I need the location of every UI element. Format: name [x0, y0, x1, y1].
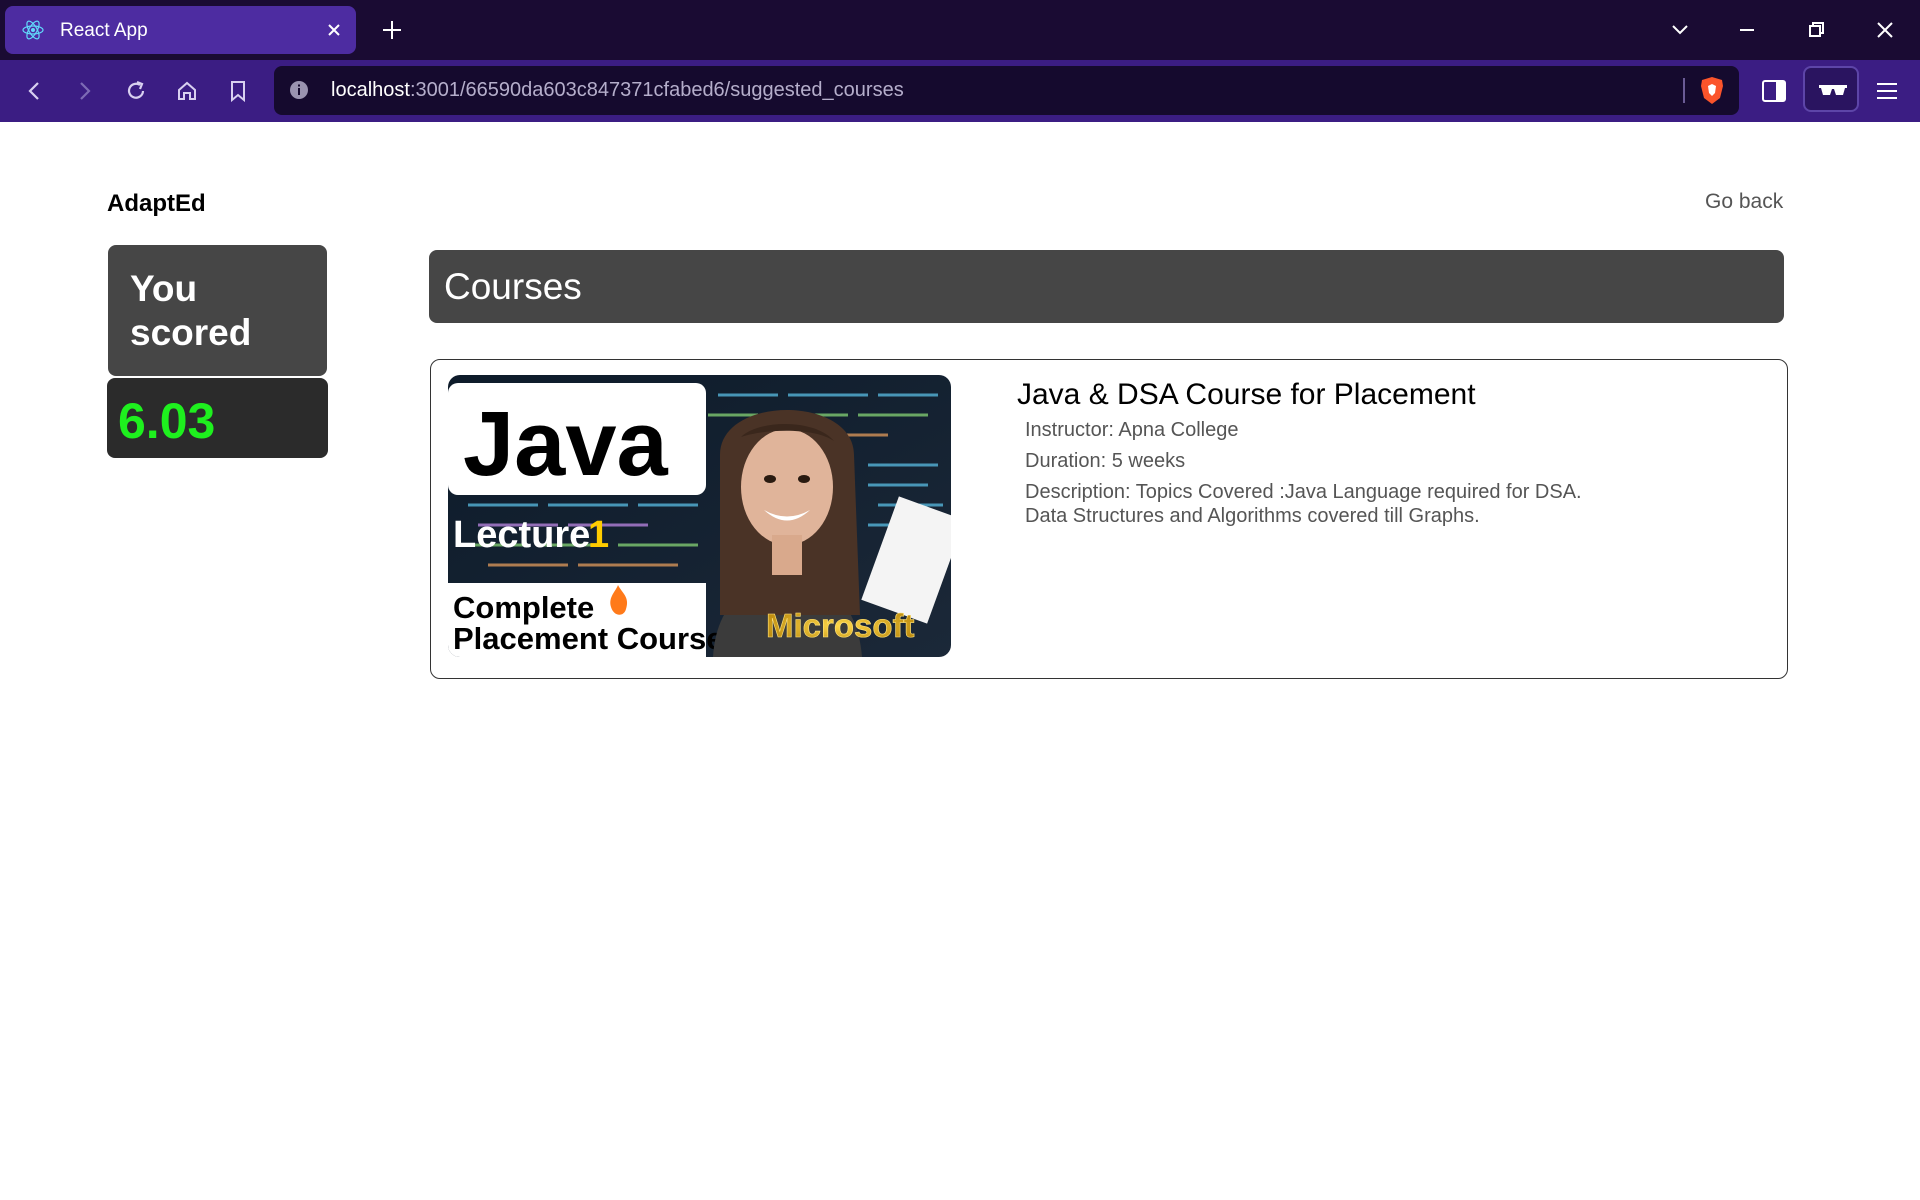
new-tab-icon[interactable]	[378, 16, 406, 44]
brave-shields-icon[interactable]	[1699, 76, 1725, 105]
site-info-icon[interactable]	[288, 79, 310, 101]
browser-titlebar: React App	[0, 0, 1920, 60]
thumb-complete-text: Complete	[453, 590, 594, 625]
glasses-icon	[1819, 85, 1847, 95]
browser-tab[interactable]: React App	[5, 6, 356, 54]
courses-header: Courses	[429, 250, 1784, 323]
forward-icon[interactable]	[68, 75, 100, 107]
close-window-icon[interactable]	[1869, 14, 1901, 46]
brand-logo: AdaptEd	[107, 190, 206, 217]
thumb-java-text: Java	[463, 393, 668, 495]
react-icon	[22, 20, 44, 40]
thumb-company-text: Microsoft	[766, 607, 915, 644]
minimize-icon[interactable]	[1731, 14, 1763, 46]
address-bar[interactable]: localhost:3001/66590da603c847371cfabed6/…	[274, 66, 1739, 115]
score-value: 6.03	[118, 393, 216, 449]
menu-icon[interactable]	[1872, 78, 1902, 104]
score-value-box: 6.03	[107, 378, 328, 458]
url-separator	[1683, 78, 1685, 103]
page-content: AdaptEd Go back You scored 6.03 Courses	[0, 122, 1920, 1200]
course-duration: Duration: 5 weeks	[1025, 450, 1186, 472]
course-description: Description: Topics Covered :Java Langua…	[1025, 481, 1582, 527]
bookmark-icon[interactable]	[222, 75, 254, 107]
restore-icon[interactable]	[1800, 14, 1832, 46]
tab-search-chevron-icon[interactable]	[1664, 14, 1696, 46]
course-card[interactable]: Java Lecture 1 Complete Placement Course	[430, 359, 1788, 679]
speedreader-button[interactable]	[1803, 66, 1859, 112]
score-label: You scored	[130, 268, 252, 353]
score-label-box: You scored	[108, 245, 327, 376]
home-icon[interactable]	[171, 75, 203, 107]
tab-title: React App	[60, 20, 148, 41]
back-icon[interactable]	[19, 75, 51, 107]
courses-title: Courses	[444, 266, 582, 307]
go-back-link[interactable]: Go back	[1705, 190, 1783, 214]
thumbnail-image: Java Lecture 1 Complete Placement Course	[448, 375, 951, 657]
sidebar-toggle-icon[interactable]	[1760, 78, 1788, 104]
thumb-placement-text: Placement Course	[453, 621, 724, 656]
url-text: localhost:3001/66590da603c847371cfabed6/…	[331, 79, 904, 101]
thumb-lecture-number: 1	[588, 514, 609, 556]
close-tab-icon[interactable]	[320, 16, 348, 44]
course-title[interactable]: Java & DSA Course for Placement	[1017, 378, 1476, 412]
reload-icon[interactable]	[120, 75, 152, 107]
thumb-lecture-text: Lecture	[453, 514, 590, 556]
course-thumbnail[interactable]: Java Lecture 1 Complete Placement Course	[448, 375, 951, 657]
course-instructor: Instructor: Apna College	[1025, 419, 1239, 441]
